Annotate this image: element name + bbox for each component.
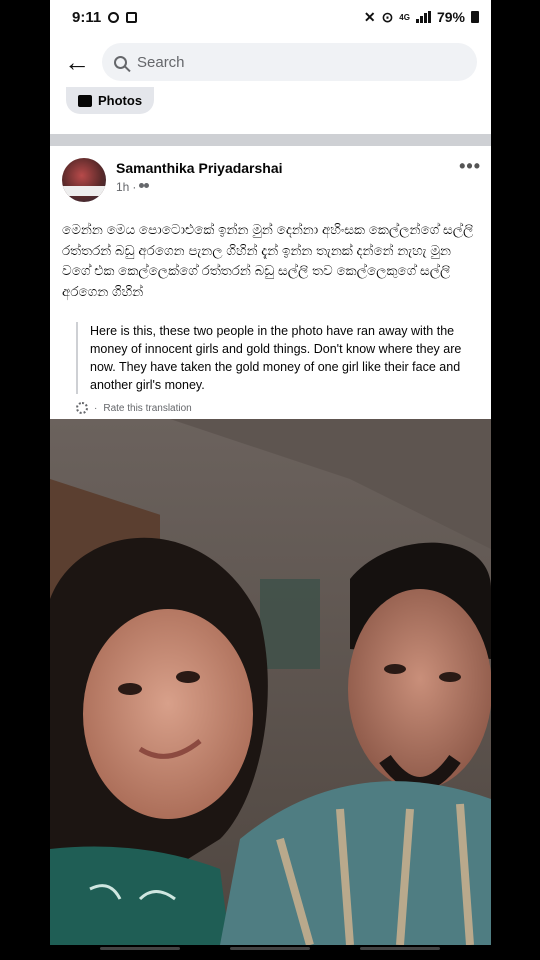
search-input[interactable]: Search <box>102 43 477 81</box>
status-time: 9:11 <box>72 8 102 26</box>
gallery-notification-icon <box>126 11 138 23</box>
post-photo[interactable] <box>50 419 491 945</box>
filter-chip-row: Photos <box>50 87 491 116</box>
gear-icon <box>76 402 88 414</box>
more-options-icon[interactable]: ••• <box>459 156 481 177</box>
translated-text: Here is this, these two people in the ph… <box>76 322 479 394</box>
network-type: 4G <box>399 12 410 22</box>
battery-icon <box>471 11 479 23</box>
rate-translation-label: Rate this translation <box>103 402 192 414</box>
post-photo-image <box>50 419 491 945</box>
nav-home[interactable] <box>230 947 310 950</box>
rate-translation-link[interactable]: · Rate this translation <box>76 400 491 416</box>
friends-icon <box>139 182 150 192</box>
post-time[interactable]: 1h <box>116 180 129 194</box>
photos-chip[interactable]: Photos <box>66 87 155 114</box>
battery-level: 79% <box>436 9 465 25</box>
mute-icon: ✕ <box>363 8 376 25</box>
post-header: Samanthika Priyadarshai 1h · ••• <box>50 146 491 210</box>
nav-back[interactable] <box>360 947 440 950</box>
post-author[interactable]: Samanthika Priyadarshai <box>116 160 459 176</box>
search-row: ← Search <box>50 34 491 90</box>
search-icon <box>114 55 127 69</box>
nav-recents[interactable] <box>100 947 180 950</box>
back-arrow-icon[interactable]: ← <box>60 45 94 79</box>
post-text: මෙන්න මෙය පොටොඑකේ ඉන්න මුන් දෙන්නා අහිංස… <box>62 222 474 299</box>
status-bar: 9:11 ✕ ⊙ 4G 79% <box>50 0 491 34</box>
photos-chip-label: Photos <box>98 93 143 108</box>
signal-icon <box>415 11 431 23</box>
phone-screen: 9:11 ✕ ⊙ 4G 79% ← Search Photos Samanthi… <box>50 0 491 945</box>
section-divider <box>50 134 491 146</box>
search-placeholder: Search <box>137 53 185 71</box>
messenger-notification-icon <box>108 11 120 23</box>
avatar[interactable] <box>62 158 106 202</box>
photo-icon <box>78 94 92 107</box>
location-icon: ⊙ <box>381 8 394 25</box>
